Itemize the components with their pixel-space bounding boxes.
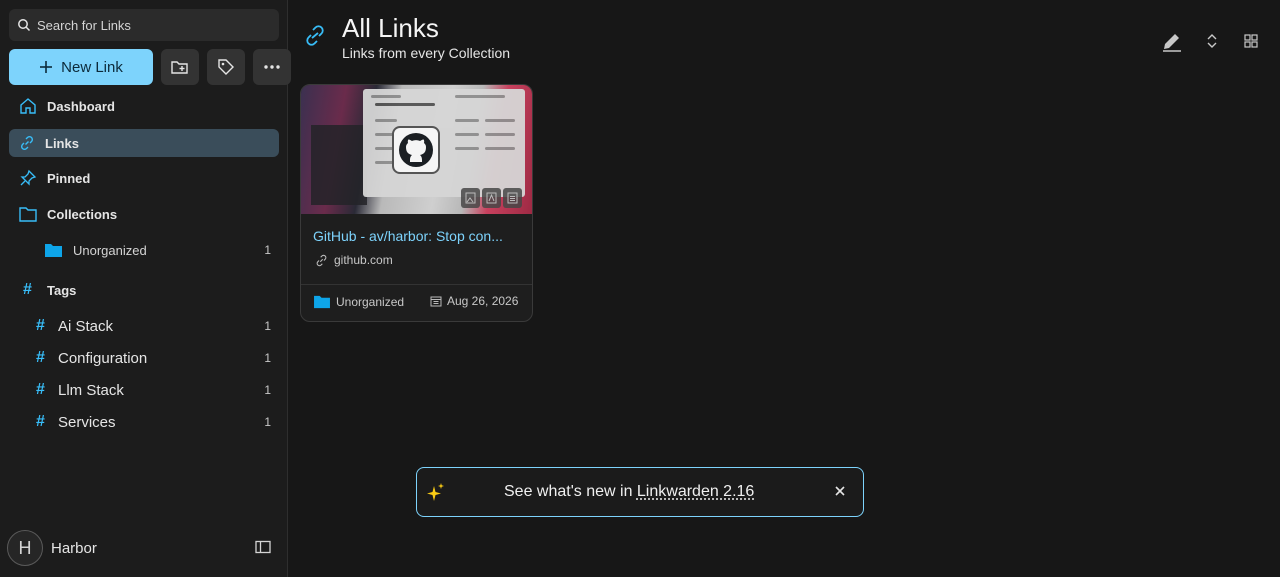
collection-count: 1 [264, 243, 271, 257]
calendar-icon [430, 296, 442, 307]
nav-dashboard-label: Dashboard [47, 98, 115, 114]
user-name: Harbor [51, 539, 97, 557]
link-title[interactable]: GitHub - av/harbor: Stop con... [313, 228, 523, 244]
hash-icon: # [36, 317, 45, 334]
link-domain-text: github.com [334, 253, 393, 267]
sidebar-toggle-icon [255, 540, 271, 554]
link-collection[interactable]: Unorganized [313, 294, 404, 309]
home-icon [20, 98, 36, 114]
tag-icon [218, 59, 234, 75]
sort-button[interactable] [1205, 32, 1219, 55]
folder-icon [19, 207, 37, 222]
link-card[interactable]: GitHub - av/harbor: Stop con... github.c… [300, 84, 533, 322]
tag-item[interactable]: # Configuration 1 [36, 344, 279, 372]
tag-name: Llm Stack [58, 381, 124, 399]
link-icon [303, 23, 327, 54]
close-icon [835, 486, 845, 496]
more-options-button[interactable] [253, 49, 291, 85]
nav-collections-label: Collections [47, 206, 118, 222]
user-menu[interactable]: H Harbor [7, 530, 97, 566]
release-notes-link[interactable]: Linkwarden 2.16 [637, 483, 754, 500]
link-preview-image [301, 85, 532, 214]
page-title: All Links [342, 13, 439, 43]
collection-name: Unorganized [73, 242, 147, 258]
new-link-button[interactable]: New Link [9, 49, 153, 85]
document-icon[interactable] [503, 188, 522, 208]
tag-count: 1 [264, 383, 271, 397]
avatar: H [7, 530, 43, 566]
image-icon[interactable] [461, 188, 480, 208]
toast-prefix: See what's new in [504, 483, 637, 500]
new-link-label: New Link [61, 58, 123, 76]
tag-count: 1 [264, 351, 271, 365]
hash-icon: # [23, 281, 32, 298]
github-logo [392, 126, 440, 174]
nav-links-label: Links [45, 135, 79, 151]
link-date: Aug 26, 2026 [430, 294, 518, 308]
tag-item[interactable]: # Llm Stack 1 [36, 376, 279, 404]
new-collection-button[interactable] [161, 49, 199, 85]
pdf-icon[interactable] [482, 188, 501, 208]
plus-icon [40, 61, 53, 73]
search-input[interactable]: Search for Links [9, 9, 279, 41]
link-domain: github.com [315, 253, 393, 267]
archive-formats [461, 188, 522, 208]
collection-item[interactable]: Unorganized 1 [44, 236, 279, 264]
nav-tags-label: Tags [47, 282, 77, 298]
tag-count: 1 [264, 415, 271, 429]
collapse-sidebar-button[interactable] [255, 540, 271, 559]
pin-icon [20, 169, 37, 186]
divider [301, 284, 532, 285]
sidebar: Search for Links New Link Dashboard Link… [0, 0, 291, 577]
nav-tags[interactable]: # Tags [13, 276, 283, 304]
tag-name: Configuration [58, 349, 148, 367]
nav-collections[interactable]: Collections [9, 200, 279, 228]
folder-filled-icon [314, 295, 330, 309]
link-icon [316, 254, 327, 266]
grid-icon [1244, 34, 1258, 48]
toast-message: See what's new in Linkwarden 2.16 [504, 483, 754, 501]
link-date-text: Aug 26, 2026 [447, 294, 519, 308]
hash-icon: # [36, 413, 45, 430]
page-subtitle: Links from every Collection [342, 45, 511, 61]
search-placeholder: Search for Links [37, 17, 131, 33]
hash-icon: # [36, 381, 45, 398]
sparkles-icon [426, 482, 446, 509]
nav-links[interactable]: Links [9, 129, 279, 157]
tag-item[interactable]: # Services 1 [36, 408, 279, 436]
sort-icon [1207, 34, 1217, 48]
folder-plus-icon [171, 61, 188, 74]
tag-item[interactable]: # Ai Stack 1 [36, 312, 279, 340]
tag-count: 1 [264, 319, 271, 333]
new-tag-button[interactable] [207, 49, 245, 85]
view-mode-button[interactable] [1244, 34, 1258, 53]
whats-new-toast: See what's new in Linkwarden 2.16 [416, 467, 864, 517]
tag-name: Services [58, 413, 116, 431]
close-toast-button[interactable] [834, 484, 846, 502]
hash-icon: # [36, 349, 45, 366]
edit-button[interactable] [1161, 32, 1183, 57]
link-collection-name: Unorganized [336, 294, 405, 309]
ellipsis-icon [264, 65, 280, 69]
pencil-icon [1163, 34, 1181, 52]
nav-dashboard[interactable]: Dashboard [9, 92, 279, 120]
nav-pinned-label: Pinned [47, 170, 91, 186]
search-icon [18, 19, 31, 32]
tag-name: Ai Stack [58, 317, 114, 335]
folder-filled-icon [45, 244, 62, 257]
link-icon [20, 135, 34, 151]
nav-pinned[interactable]: Pinned [9, 164, 279, 192]
